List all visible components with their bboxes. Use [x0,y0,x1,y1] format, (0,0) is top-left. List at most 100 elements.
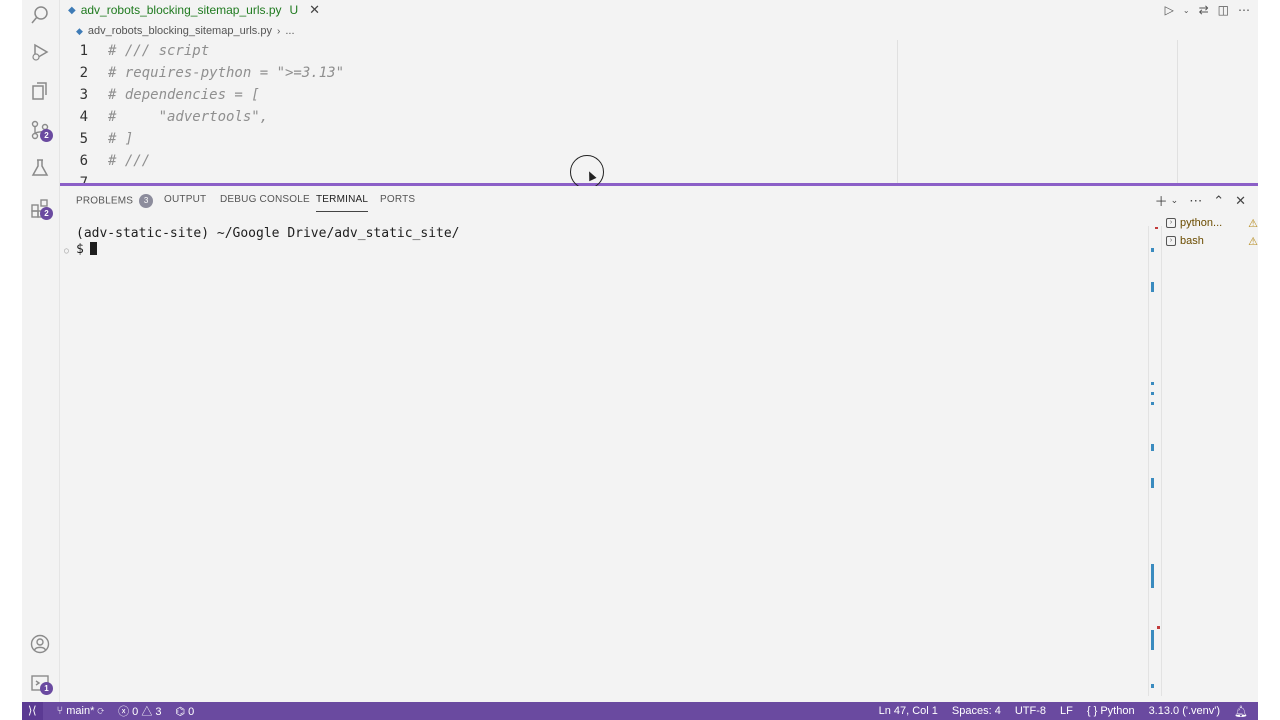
tab-output[interactable]: OUTPUT [164,194,206,212]
terminal-tab-label: bash [1180,235,1204,247]
breadcrumb-file[interactable]: adv_robots_blocking_sitemap_urls.py [88,25,272,37]
sync-icon[interactable]: ⟳ [97,705,104,717]
editor-tab-bar: ◆ adv_robots_blocking_sitemap_urls.py U … [60,0,1258,20]
tab-terminal[interactable]: TERMINAL [316,194,369,212]
status-bar: ⟩⟨ ⑂ main* ⟳ ⓧ 0 △ 3 ⌬ 0 Ln 47, Col 1 Sp… [22,702,1258,720]
ports-item[interactable]: ⌬ 0 [176,705,195,718]
branch-item[interactable]: ⑂ main* ⟳ [57,705,104,717]
line-code: # /// script [108,43,210,59]
tab-problems[interactable]: PROBLEMS 3 [76,194,154,212]
maximize-panel-icon[interactable]: ⌃ [1213,193,1224,209]
python-interpreter[interactable]: 3.13.0 ('.venv') [1149,705,1220,717]
code-editor[interactable]: 1 # /// script 2 # requires-python = ">=… [60,40,1258,184]
overview-mark [1151,282,1154,292]
terminal-tab-label: python... [1180,217,1223,229]
indentation[interactable]: Spaces: 4 [952,705,1001,717]
line-code: # "advertools", [108,109,269,125]
problems-item[interactable]: ⓧ 0 △ 3 [118,703,161,719]
terminal-prompt-line: $ [76,242,97,257]
close-panel-icon[interactable]: ✕ [1235,193,1246,209]
chevron-down-icon[interactable]: ⌄ [1183,6,1190,15]
activity-bar: 2 2 1 [22,0,60,702]
close-icon[interactable]: ✕ [309,2,320,18]
terminal-overview-ruler[interactable] [1148,226,1162,696]
terminal-tab-python[interactable]: › python... ⚠ [1166,214,1258,232]
overview-mark [1151,392,1154,395]
tab-ports[interactable]: PORTS [380,194,415,212]
overview-mark [1151,564,1154,588]
error-icon: ⓧ [118,706,130,718]
branch-name: main* [66,705,95,717]
breadcrumb: ◆ adv_robots_blocking_sitemap_urls.py › … [76,23,295,39]
status-bar-left: ⟩⟨ ⑂ main* ⟳ ⓧ 0 △ 3 ⌬ 0 [22,702,195,720]
language-mode[interactable]: { } Python [1087,705,1135,717]
breadcrumb-more[interactable]: ... [285,25,294,37]
line-number: 6 [79,153,88,169]
language-label: Python [1100,705,1135,717]
warning-icon: △ [141,706,153,718]
editor-tab[interactable]: ◆ adv_robots_blocking_sitemap_urls.py U … [68,0,320,20]
overview-mark [1157,626,1160,629]
run-debug-icon[interactable] [29,41,53,65]
overview-mark [1151,402,1154,405]
more-actions-icon[interactable]: ⋯ [1238,3,1250,17]
editor-actions: ▷ ⌄ ⇄ ◫ ⋯ [1165,0,1250,20]
overview-mark [1155,227,1158,229]
terminal-view[interactable]: (adv-static-site) ~/Google Drive/adv_sta… [60,226,1152,696]
code-line: 3 # dependencies = [ [60,84,260,106]
account-icon[interactable] [29,633,53,657]
line-number: 5 [79,131,88,147]
code-line: 2 # requires-python = ">=3.13" [60,62,344,84]
code-line: 1 # /// script [60,40,210,62]
tab-label: PROBLEMS [76,195,134,207]
bottom-panel: PROBLEMS 3 OUTPUT DEBUG CONSOLE TERMINAL … [60,186,1258,702]
remote-indicator-icon[interactable]: ⟩⟨ [22,702,43,720]
compare-changes-icon[interactable]: ⇄ [1199,3,1209,17]
notifications-icon[interactable]: 🔔︎ [1234,705,1248,718]
status-bar-right: Ln 47, Col 1 Spaces: 4 UTF-8 LF { } Pyth… [879,702,1248,720]
chevron-down-icon[interactable]: ⌄ [1171,195,1179,206]
search-icon[interactable] [29,4,53,28]
line-code: # /// [108,153,151,169]
terminal-line: (adv-static-site) ~/Google Drive/adv_sta… [76,226,460,241]
warning-icon: ⚠ [1248,235,1258,248]
line-code: # dependencies = [ [108,87,260,103]
terminal-tabs-list: › python... ⚠ › bash ⚠ [1166,214,1258,250]
end-of-line[interactable]: LF [1060,705,1073,717]
split-editor-icon[interactable]: ◫ [1218,3,1229,17]
git-branch-icon: ⑂ [56,705,64,717]
code-line: 6 # /// [60,150,151,172]
terminal-tab-bash[interactable]: › bash ⚠ [1166,232,1258,250]
new-terminal-icon[interactable]: ＋ [1155,191,1168,210]
overview-mark [1151,382,1154,385]
warning-count: 3 [155,706,162,718]
python-file-icon: ◆ [76,25,83,36]
tab-debug-console[interactable]: DEBUG CONSOLE [220,194,310,212]
line-code: # ] [108,131,134,147]
tab-filename: adv_robots_blocking_sitemap_urls.py [80,3,282,17]
overview-mark [1151,684,1154,688]
line-number: 4 [79,109,88,125]
run-icon[interactable]: ▷ [1165,3,1174,17]
terminal-prompt: $ [76,242,84,257]
explorer-icon[interactable] [29,80,53,104]
warning-icon: ⚠ [1248,217,1258,230]
overview-mark [1151,630,1154,650]
encoding[interactable]: UTF-8 [1015,705,1046,717]
line-code: # requires-python = ">=3.13" [108,65,345,81]
more-actions-icon[interactable]: ⋯ [1189,193,1202,209]
braces-icon: { } [1086,705,1098,717]
cursor-position[interactable]: Ln 47, Col 1 [879,705,938,717]
overview-mark [1151,478,1154,488]
prompt-decoration-icon: ○ [64,246,69,255]
ports-count: 0 [188,705,195,718]
line-number: 2 [79,65,88,81]
problems-count-badge: 3 [139,194,154,208]
panel-actions: ＋ ⌄ ⋯ ⌃ ✕ [1155,191,1246,210]
terminal-cursor [89,242,97,255]
line-number: 1 [79,43,88,59]
testing-icon[interactable] [29,157,53,181]
terminal-icon: › [1166,218,1176,228]
overview-mark [1151,248,1154,252]
remote-badge: 1 [40,682,53,695]
